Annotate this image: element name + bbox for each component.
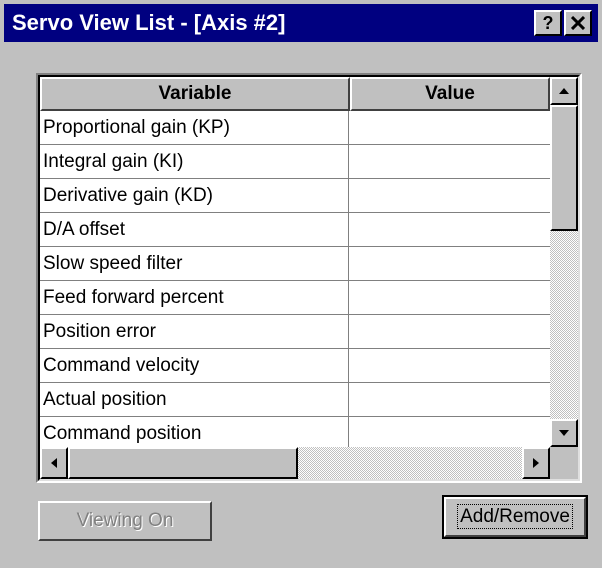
scrollbar-corner — [550, 447, 578, 479]
triangle-left-icon — [51, 458, 57, 468]
value-cell — [350, 247, 550, 280]
variable-cell: Command position — [40, 417, 349, 450]
scroll-left-button[interactable] — [40, 447, 68, 479]
value-cell — [350, 213, 550, 246]
table-row[interactable]: Derivative gain (KD) — [40, 179, 550, 213]
variable-cell: Slow speed filter — [40, 247, 349, 280]
vertical-scrollbar[interactable] — [550, 77, 578, 447]
horizontal-scroll-thumb[interactable] — [68, 447, 298, 479]
table-row[interactable]: Slow speed filter — [40, 247, 550, 281]
value-cell — [350, 383, 550, 416]
variable-cell: Actual position — [40, 383, 349, 416]
value-cell — [350, 417, 550, 450]
variable-cell: Position error — [40, 315, 349, 348]
value-cell — [350, 315, 550, 348]
table-row[interactable]: Command position — [40, 417, 550, 451]
variable-cell: Command velocity — [40, 349, 349, 382]
table-row[interactable]: Proportional gain (KP) — [40, 111, 550, 145]
value-cell — [350, 111, 550, 144]
column-header-variable[interactable]: Variable — [40, 77, 350, 111]
add-remove-button[interactable]: Add/Remove — [442, 495, 588, 539]
value-cell — [350, 145, 550, 178]
question-mark-icon: ? — [542, 13, 554, 33]
variable-cell: D/A offset — [40, 213, 349, 246]
variable-cell: Feed forward percent — [40, 281, 349, 314]
table-row[interactable]: Actual position — [40, 383, 550, 417]
table-row[interactable]: Command velocity — [40, 349, 550, 383]
table-row[interactable]: Position error — [40, 315, 550, 349]
title-bar[interactable]: Servo View List - [Axis #2] ? — [4, 4, 598, 42]
variable-cell: Derivative gain (KD) — [40, 179, 349, 212]
triangle-up-icon — [559, 88, 569, 94]
servo-view-list-dialog: Servo View List - [Axis #2] ? Variable V… — [0, 0, 602, 568]
horizontal-scrollbar[interactable] — [40, 447, 550, 479]
table-row[interactable]: Integral gain (KI) — [40, 145, 550, 179]
list-rows: Proportional gain (KP) Integral gain (KI… — [40, 111, 550, 451]
scroll-up-button[interactable] — [550, 77, 578, 105]
table-row[interactable]: Feed forward percent — [40, 281, 550, 315]
table-row[interactable]: D/A offset — [40, 213, 550, 247]
viewing-on-button[interactable]: Viewing On — [38, 501, 212, 541]
variable-cell: Proportional gain (KP) — [40, 111, 349, 144]
triangle-down-icon — [559, 430, 569, 436]
value-cell — [350, 281, 550, 314]
scroll-right-button[interactable] — [522, 447, 550, 479]
add-remove-label: Add/Remove — [457, 504, 573, 529]
value-cell — [350, 349, 550, 382]
vertical-scroll-thumb[interactable] — [550, 105, 578, 231]
triangle-right-icon — [533, 458, 539, 468]
value-cell — [350, 179, 550, 212]
scroll-down-button[interactable] — [550, 419, 578, 447]
list-viewport[interactable]: Variable Value Proportional gain (KP) In… — [38, 75, 580, 481]
column-header-value[interactable]: Value — [350, 77, 550, 111]
help-button[interactable]: ? — [534, 10, 562, 36]
close-icon — [571, 16, 585, 30]
close-button[interactable] — [564, 10, 592, 36]
servo-variable-list: Variable Value Proportional gain (KP) In… — [36, 73, 582, 483]
window-title: Servo View List - [Axis #2] — [12, 10, 286, 35]
variable-cell: Integral gain (KI) — [40, 145, 349, 178]
